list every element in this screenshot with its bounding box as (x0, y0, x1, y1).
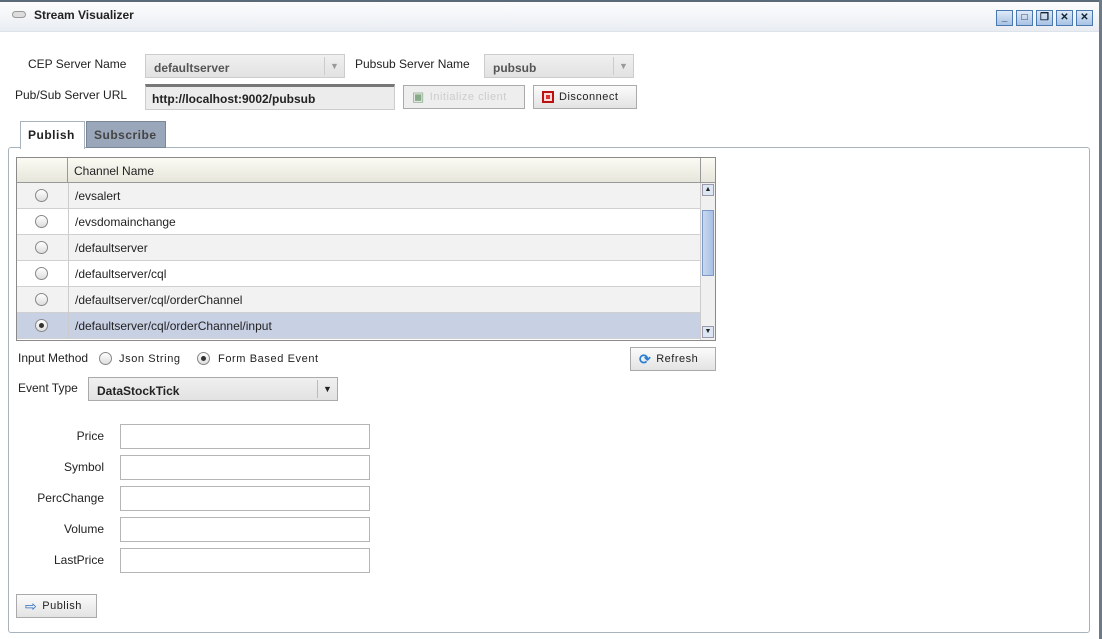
close-all-button[interactable]: ✕ (1056, 10, 1073, 26)
chevron-down-icon: ▼ (324, 57, 344, 75)
channel-name: /evsalert (68, 183, 126, 209)
json-string-radio[interactable] (99, 352, 112, 365)
cep-server-label: CEP Server Name (28, 57, 127, 71)
field-input[interactable] (120, 424, 370, 449)
minimize-button[interactable]: _ (996, 10, 1013, 26)
channel-name: /defaultserver/cql/orderChannel/input (68, 313, 278, 339)
table-row[interactable]: /defaultserver/cql/orderChannel/input (17, 313, 700, 339)
publish-button[interactable]: ⇨ Publish (16, 594, 97, 618)
field-label: PercChange (37, 491, 104, 505)
app-icon (12, 11, 26, 18)
channel-name: /defaultserver (68, 235, 154, 261)
event-type-select[interactable]: DataStockTick ▼ (88, 377, 338, 401)
event-type-label: Event Type (18, 381, 78, 395)
chevron-down-icon: ▼ (613, 57, 633, 75)
channel-name: /defaultserver/cql/orderChannel (68, 287, 248, 313)
channel-name: /evsdomainchange (68, 209, 182, 235)
field-label: Symbol (63, 460, 104, 474)
scroll-up-icon[interactable]: ▲ (702, 184, 714, 196)
url-label: Pub/Sub Server URL (15, 88, 128, 102)
field-label: Volume (63, 522, 104, 536)
table-row[interactable]: /defaultserver (17, 235, 700, 261)
channel-radio[interactable] (35, 319, 48, 332)
field-label: LastPrice (53, 553, 104, 567)
pubsub-server-label: Pubsub Server Name (355, 57, 470, 71)
json-string-label[interactable]: Json String (119, 353, 181, 365)
client-icon: ▣ (412, 89, 425, 104)
scroll-thumb[interactable] (702, 210, 714, 276)
cep-server-value: defaultserver (154, 61, 230, 75)
initialize-client-button[interactable]: ▣ Initialize client (403, 85, 525, 109)
restore-button[interactable]: ❐ (1036, 10, 1053, 26)
publish-label: Publish (42, 600, 82, 612)
channel-radio[interactable] (35, 215, 48, 228)
table-row[interactable]: /defaultserver/cql (17, 261, 700, 287)
table-row[interactable]: /evsdomainchange (17, 209, 700, 235)
input-method-label: Input Method (18, 351, 89, 365)
scrollbar[interactable]: ▲ ▼ (700, 183, 715, 340)
event-type-value: DataStockTick (97, 384, 180, 398)
scroll-down-icon[interactable]: ▼ (702, 326, 714, 338)
tab-publish[interactable]: Publish (20, 121, 85, 149)
field-input[interactable] (120, 486, 370, 511)
maximize-button[interactable]: □ (1016, 10, 1033, 26)
publish-icon: ⇨ (25, 597, 38, 614)
disconnect-button[interactable]: Disconnect (533, 85, 637, 109)
refresh-label: Refresh (656, 353, 699, 365)
channel-name: /defaultserver/cql (68, 261, 172, 287)
table-row[interactable]: /defaultserver/cql/orderChannel (17, 287, 700, 313)
refresh-button[interactable]: ⟳ Refresh (630, 347, 716, 371)
title-bar (0, 0, 1102, 32)
url-input[interactable]: http://localhost:9002/pubsub (145, 84, 395, 110)
channel-name-header[interactable]: Channel Name (68, 158, 700, 183)
select-column-header (17, 158, 68, 183)
form-based-event-radio[interactable] (197, 352, 210, 365)
chevron-down-icon: ▼ (317, 380, 337, 398)
field-input[interactable] (120, 548, 370, 573)
pubsub-server-select[interactable]: pubsub ▼ (484, 54, 634, 78)
form-based-event-label[interactable]: Form Based Event (218, 353, 319, 365)
channel-radio[interactable] (35, 293, 48, 306)
refresh-icon: ⟳ (639, 350, 652, 367)
channel-table: Channel Name /evsalert/evsdomainchange/d… (16, 157, 716, 341)
channel-radio[interactable] (35, 267, 48, 280)
close-button[interactable]: ✕ (1076, 10, 1093, 26)
field-input[interactable] (120, 517, 370, 542)
channel-radio[interactable] (35, 189, 48, 202)
channel-radio[interactable] (35, 241, 48, 254)
window-title: Stream Visualizer (34, 8, 134, 22)
pubsub-server-value: pubsub (493, 61, 537, 75)
stop-icon (542, 91, 554, 103)
initialize-client-label: Initialize client (429, 91, 507, 103)
field-label: Price (76, 429, 104, 443)
tab-subscribe[interactable]: Subscribe (86, 121, 166, 148)
cep-server-select[interactable]: defaultserver ▼ (145, 54, 345, 78)
disconnect-label: Disconnect (559, 91, 619, 103)
field-input[interactable] (120, 455, 370, 480)
header-corner (700, 158, 715, 183)
table-row[interactable]: /evsalert (17, 183, 700, 209)
